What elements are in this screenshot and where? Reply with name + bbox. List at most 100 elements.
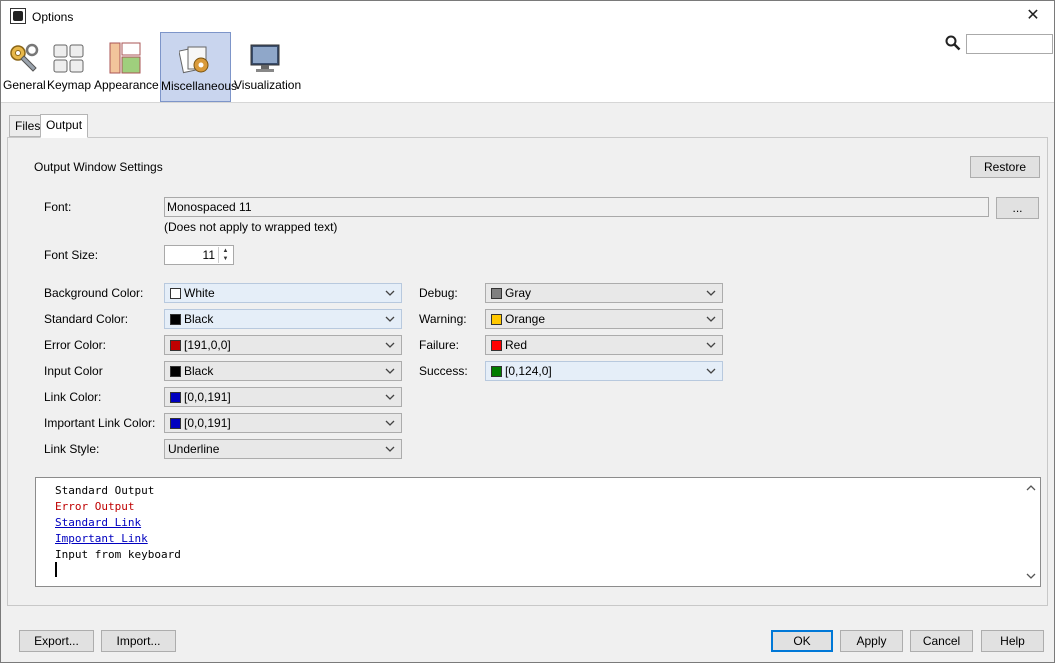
chevron-down-icon: [385, 342, 395, 348]
color-label: Input Color: [44, 364, 103, 378]
color-swatch: [170, 314, 181, 325]
color-combo[interactable]: [0,0,191]: [164, 387, 402, 407]
color-swatch: [491, 366, 502, 377]
import-button[interactable]: Import...: [101, 630, 176, 652]
chevron-down-icon: [385, 394, 395, 400]
color-combo[interactable]: Gray: [485, 283, 723, 303]
category-visualization[interactable]: Visualization: [234, 32, 302, 102]
cancel-button[interactable]: Cancel: [910, 630, 973, 652]
scroll-down-icon[interactable]: [1025, 570, 1037, 582]
color-label: Standard Color:: [44, 312, 129, 326]
chevron-down-icon: [706, 342, 716, 348]
color-combo[interactable]: Orange: [485, 309, 723, 329]
category-appearance[interactable]: Appearance: [94, 32, 159, 102]
section-title: Output Window Settings: [34, 160, 163, 174]
category-label: Miscellaneous: [161, 79, 238, 93]
category-label: Appearance: [94, 78, 159, 92]
app-icon: [10, 8, 26, 24]
color-value: [191,0,0]: [184, 338, 231, 352]
color-value: [0,124,0]: [505, 364, 552, 378]
color-label: Important Link Color:: [44, 416, 156, 430]
ok-button[interactable]: OK: [771, 630, 833, 652]
category-label: General: [3, 78, 46, 92]
color-swatch: [170, 288, 181, 299]
keymap-icon: [53, 44, 84, 73]
color-value: [0,0,191]: [184, 416, 231, 430]
color-combo[interactable]: [0,0,191]: [164, 413, 402, 433]
color-value: Black: [184, 312, 214, 326]
color-label: Background Color:: [44, 286, 144, 300]
color-label: Success:: [419, 364, 468, 378]
font-browse-button[interactable]: ...: [996, 197, 1039, 219]
preview-scrollbar[interactable]: [1023, 478, 1040, 586]
chevron-down-icon: [385, 446, 395, 452]
category-miscellaneous[interactable]: Miscellaneous: [160, 32, 238, 102]
color-combo[interactable]: Red: [485, 335, 723, 355]
chevron-down-icon: [385, 420, 395, 426]
color-combo[interactable]: Black: [164, 309, 402, 329]
close-icon[interactable]: ✕: [1022, 5, 1044, 27]
chevron-down-icon: [706, 368, 716, 374]
chevron-down-icon: [385, 290, 395, 296]
search-input[interactable]: [966, 34, 1053, 54]
category-toolbar: General Keymap Appearance Miscellaneous …: [1, 32, 1054, 103]
color-value: Black: [184, 364, 214, 378]
font-size-spinner[interactable]: 11 ▲ ▼: [164, 245, 234, 265]
color-label: Debug:: [419, 286, 458, 300]
miscellaneous-icon: [179, 46, 209, 74]
color-label: Error Color:: [44, 338, 107, 352]
color-combo[interactable]: [191,0,0]: [164, 335, 402, 355]
search-icon: [945, 35, 961, 51]
color-swatch: [170, 418, 181, 429]
tab-output[interactable]: Output: [40, 114, 89, 138]
spinner-down-icon[interactable]: ▼: [219, 255, 232, 263]
chevron-down-icon: [385, 316, 395, 322]
apply-button[interactable]: Apply: [840, 630, 903, 652]
font-size-value: 11: [202, 248, 215, 262]
font-note: (Does not apply to wrapped text): [164, 220, 338, 234]
category-label: Visualization: [234, 78, 302, 92]
preview-line: Standard Output: [55, 484, 155, 497]
category-label: Keymap: [47, 78, 92, 92]
scroll-up-icon[interactable]: [1025, 482, 1037, 494]
appearance-icon: [109, 42, 141, 74]
color-combo[interactable]: [0,124,0]: [485, 361, 723, 381]
help-button[interactable]: Help: [981, 630, 1044, 652]
preview-line[interactable]: Important Link: [55, 532, 148, 545]
font-size-label: Font Size:: [44, 248, 99, 262]
window-title: Options: [32, 10, 74, 24]
category-keymap[interactable]: Keymap: [47, 32, 91, 102]
color-value: Red: [505, 338, 528, 352]
text-caret: [55, 562, 57, 577]
chevron-down-icon: [706, 290, 716, 296]
color-swatch: [491, 288, 502, 299]
restore-button[interactable]: Restore: [970, 156, 1040, 178]
output-preview[interactable]: Standard Output Error Output Standard Link…: [35, 477, 1041, 587]
chevron-down-icon: [706, 316, 716, 322]
category-general[interactable]: General: [3, 32, 46, 102]
font-label: Font:: [44, 200, 72, 214]
color-swatch: [491, 340, 502, 351]
options-window: Options ✕ General Keymap Appearance Misc…: [0, 0, 1055, 663]
preview-line: Error Output: [55, 500, 135, 513]
color-combo[interactable]: Black: [164, 361, 402, 381]
color-swatch: [170, 392, 181, 403]
color-combo[interactable]: White: [164, 283, 402, 303]
color-value: [0,0,191]: [184, 390, 231, 404]
color-swatch: [491, 314, 502, 325]
export-button[interactable]: Export...: [19, 630, 94, 652]
color-label: Failure:: [419, 338, 460, 352]
preview-line: Input from keyboard: [55, 548, 181, 561]
link-style-combo[interactable]: Underline: [164, 439, 402, 459]
color-value: White: [184, 286, 215, 300]
font-field[interactable]: Monospaced 11: [164, 197, 989, 217]
spinner-arrows[interactable]: ▲ ▼: [218, 247, 232, 263]
preview-line[interactable]: Standard Link: [55, 516, 141, 529]
visualization-icon: [250, 44, 280, 72]
color-label: Link Color:: [44, 390, 102, 404]
chevron-down-icon: [385, 368, 395, 374]
title-bar: Options ✕: [1, 1, 1054, 32]
spinner-up-icon[interactable]: ▲: [219, 247, 232, 255]
color-label: Warning:: [419, 312, 467, 326]
color-swatch: [170, 340, 181, 351]
